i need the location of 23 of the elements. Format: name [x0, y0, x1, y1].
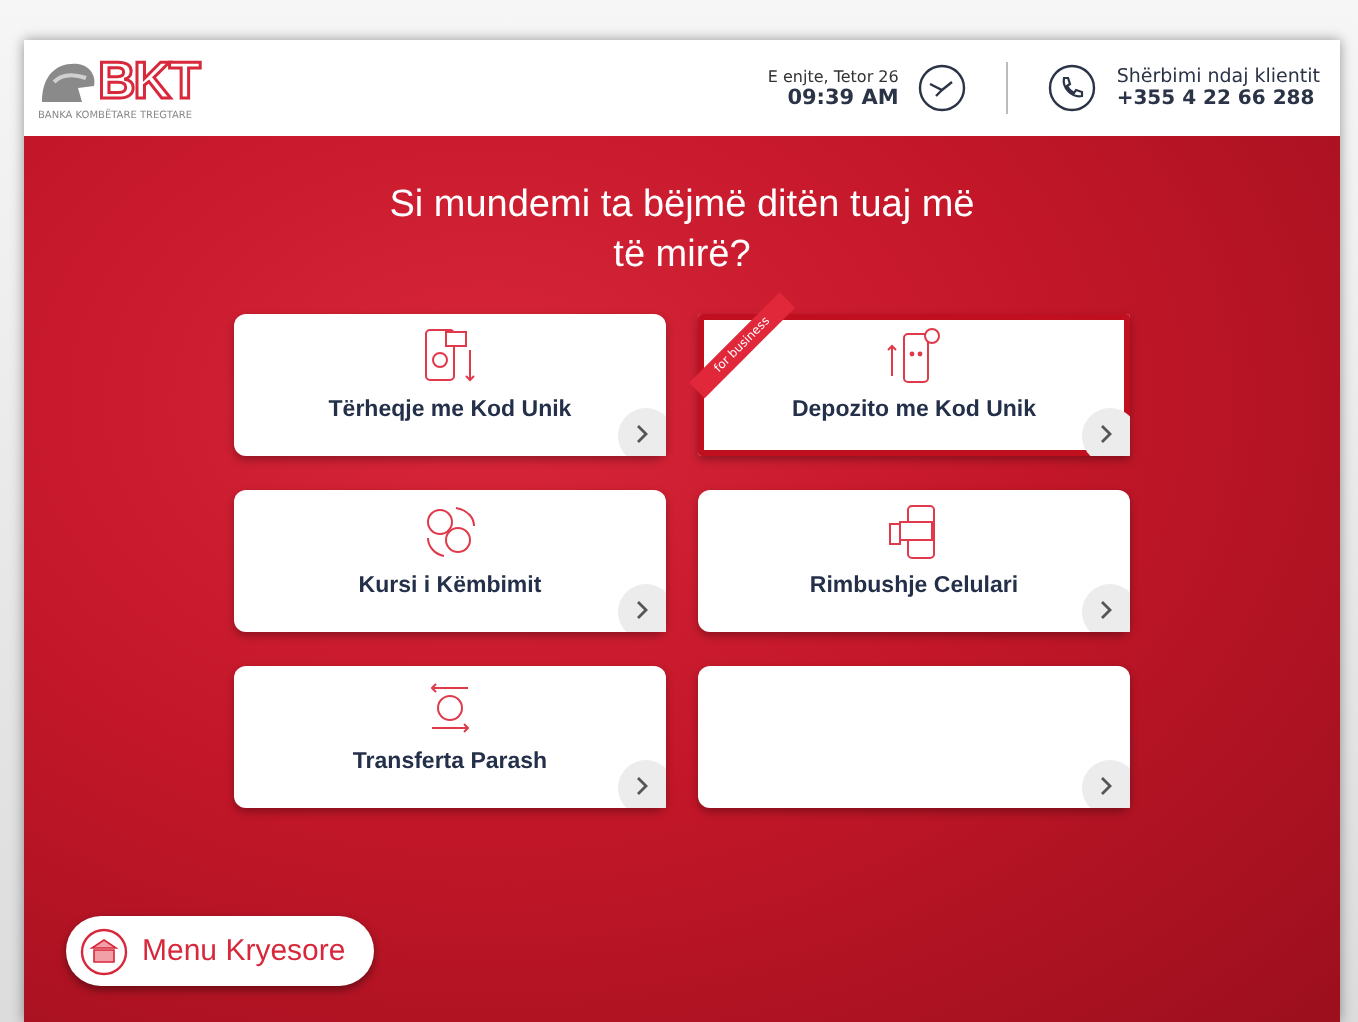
phone-sms-icon [420, 326, 480, 386]
chevron-right-icon [1082, 760, 1130, 808]
time-text: 09:39 AM [787, 85, 899, 109]
service-tile[interactable]: Transferta Parash [234, 666, 666, 808]
phone-deposit-icon [884, 326, 944, 386]
phone-icon [1048, 64, 1097, 112]
chevron-right-icon [618, 408, 666, 456]
service-tile[interactable] [698, 666, 1130, 808]
support-phone: +355 4 22 66 288 [1116, 88, 1317, 110]
chevron-right-icon [1082, 408, 1130, 456]
bank-icon [80, 927, 128, 975]
service-tile[interactable]: Rimbushje Celulari [698, 490, 1130, 632]
service-tile[interactable]: Tërheqje me Kod Unik [234, 314, 666, 456]
date-text: E enjte, Tetor 26 [767, 67, 899, 85]
service-tile[interactable]: Kursi i Këmbimit [234, 490, 666, 632]
chevron-right-icon [618, 760, 666, 808]
main-menu-button[interactable]: Menu Kryesore [66, 916, 374, 986]
clock-icon [918, 64, 967, 112]
page-title: Si mundemi ta bëjmë ditën tuaj më të mirë? [387, 182, 977, 280]
chevron-right-icon [618, 584, 666, 632]
chevron-right-icon [1082, 584, 1130, 632]
logo-text: BKT [98, 54, 199, 106]
support-label: Shërbimi ndaj klientit [1116, 66, 1320, 88]
